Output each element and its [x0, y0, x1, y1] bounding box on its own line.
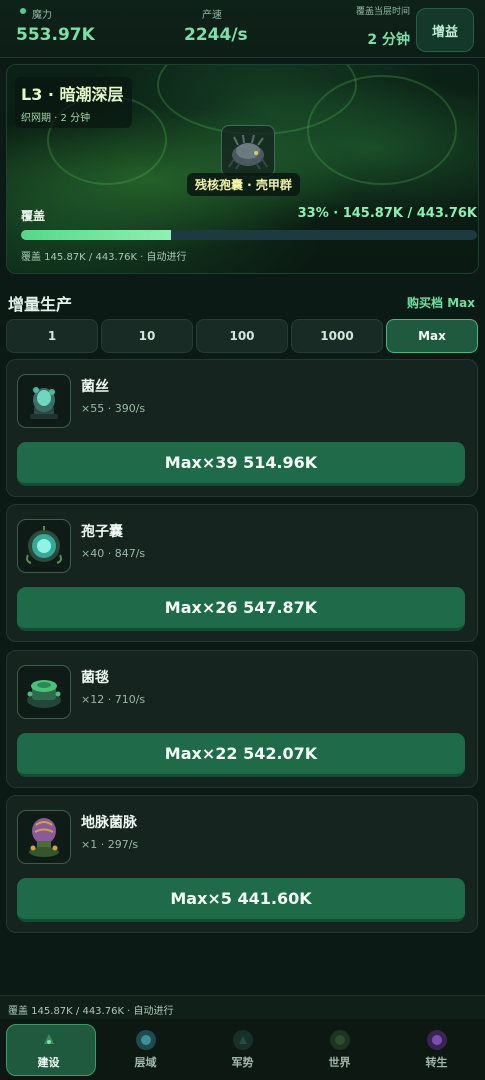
mana-label: 魔力 — [16, 6, 95, 21]
layer-icon — [135, 1030, 156, 1050]
nav-label: 建设 — [37, 1056, 60, 1069]
army-icon — [232, 1030, 253, 1050]
nav-label: 军势 — [231, 1056, 254, 1069]
rate-label: 产速 — [202, 10, 222, 21]
mana-stat: 魔力 553.97K — [16, 6, 95, 45]
fungal-mat-icon — [17, 665, 71, 719]
cover-time-label: 覆盖当层时间 — [355, 7, 410, 17]
nav-build[interactable]: 建设 — [0, 1020, 97, 1080]
qty-tab-max[interactable]: Max — [386, 319, 478, 353]
nav-army[interactable]: 军势 — [194, 1020, 291, 1080]
rate-stat: 产速 2244/s — [184, 6, 248, 45]
producer-name: 地脉菌脉 — [81, 815, 137, 831]
section-title: 增量生产 — [8, 295, 73, 314]
coverage-progress-bar — [21, 230, 477, 240]
rebirth-icon — [426, 1030, 447, 1050]
coverage-progress-fill — [21, 230, 172, 240]
cover-time-stat: 覆盖当层时间 2 分钟 — [344, 4, 410, 49]
buy-max-button[interactable]: Max×5 441.60K — [17, 878, 465, 922]
layer-title-box: L3 · 暗潮深层 织网期 · 2 分钟 — [15, 77, 132, 128]
top-stat-bar: 魔力 553.97K 产速 2244/s 覆盖当层时间 2 分钟 增益 — [0, 0, 485, 58]
producer-card-spore-sac: 孢子囊 ×40 · 847/s Max×26 547.87K — [6, 504, 478, 642]
qty-tab-100[interactable]: 100 — [196, 319, 288, 353]
coverage-label: 覆盖 — [21, 209, 46, 223]
layer-title: L3 · 暗潮深层 — [21, 85, 124, 104]
buy-max-button[interactable]: Max×22 542.07K — [17, 733, 465, 777]
producer-card-ley-vein: 地脉菌脉 ×1 · 297/s Max×5 441.60K — [6, 795, 478, 933]
qty-tab-10[interactable]: 10 — [101, 319, 193, 353]
qty-tab-1[interactable]: 1 — [6, 319, 98, 353]
nav-rebirth[interactable]: 转生 — [388, 1020, 485, 1080]
bottom-nav: 建设 层域 军势 世界 转生 — [0, 1020, 485, 1080]
rate-value: 2244/s — [184, 25, 248, 45]
beetle-swarm-icon — [228, 134, 268, 170]
boost-button[interactable]: 增益 — [416, 8, 474, 52]
status-strip: 覆盖 145.87K / 443.76K · 自动进行 — [0, 995, 485, 1019]
producer-meta: ×12 · 710/s — [81, 693, 146, 706]
mana-value: 553.97K — [16, 25, 95, 45]
producer-meta: ×40 · 847/s — [81, 547, 146, 560]
quantity-tabs: 1 10 100 1000 Max — [6, 319, 478, 353]
cover-time-value: 2 分钟 — [367, 32, 410, 48]
build-icon — [39, 1030, 59, 1050]
layer-panel: L3 · 暗潮深层 织网期 · 2 分钟 残核孢囊 · 壳甲群 覆盖 33% ·… — [6, 64, 479, 274]
producer-name: 菌毯 — [81, 670, 109, 686]
nav-label: 转生 — [425, 1056, 448, 1069]
layer-phase: 织网期 · 2 分钟 — [21, 113, 91, 124]
buy-max-button[interactable]: Max×26 547.87K — [17, 587, 465, 631]
nav-layer[interactable]: 层域 — [97, 1020, 194, 1080]
mycelium-icon — [17, 374, 71, 428]
qty-tab-1000[interactable]: 1000 — [291, 319, 383, 353]
producer-meta: ×1 · 297/s — [81, 838, 139, 851]
producer-card-fungal-mat: 菌毯 ×12 · 710/s Max×22 542.07K — [6, 650, 478, 788]
buy-max-button[interactable]: Max×39 514.96K — [17, 442, 465, 486]
boss-name: 残核孢囊 · 壳甲群 — [187, 173, 300, 196]
nav-label: 层域 — [134, 1056, 157, 1069]
producer-name: 孢子囊 — [81, 524, 123, 540]
spore-sac-icon — [17, 519, 71, 573]
world-icon — [329, 1030, 350, 1050]
producer-meta: ×55 · 390/s — [81, 402, 146, 415]
nav-label: 世界 — [328, 1056, 351, 1069]
producer-card-mycelium: 菌丝 ×55 · 390/s Max×39 514.96K — [6, 359, 478, 497]
ley-vein-icon — [17, 810, 71, 864]
nav-world[interactable]: 世界 — [291, 1020, 388, 1080]
coverage-value: 33% · 145.87K / 443.76K — [297, 206, 477, 221]
producer-name: 菌丝 — [81, 379, 109, 395]
layer-footer: 覆盖 145.87K / 443.76K · 自动进行 — [21, 252, 187, 263]
boss-portrait[interactable] — [221, 125, 275, 177]
buy-mode-indicator[interactable]: 购买档 Max — [407, 294, 475, 311]
